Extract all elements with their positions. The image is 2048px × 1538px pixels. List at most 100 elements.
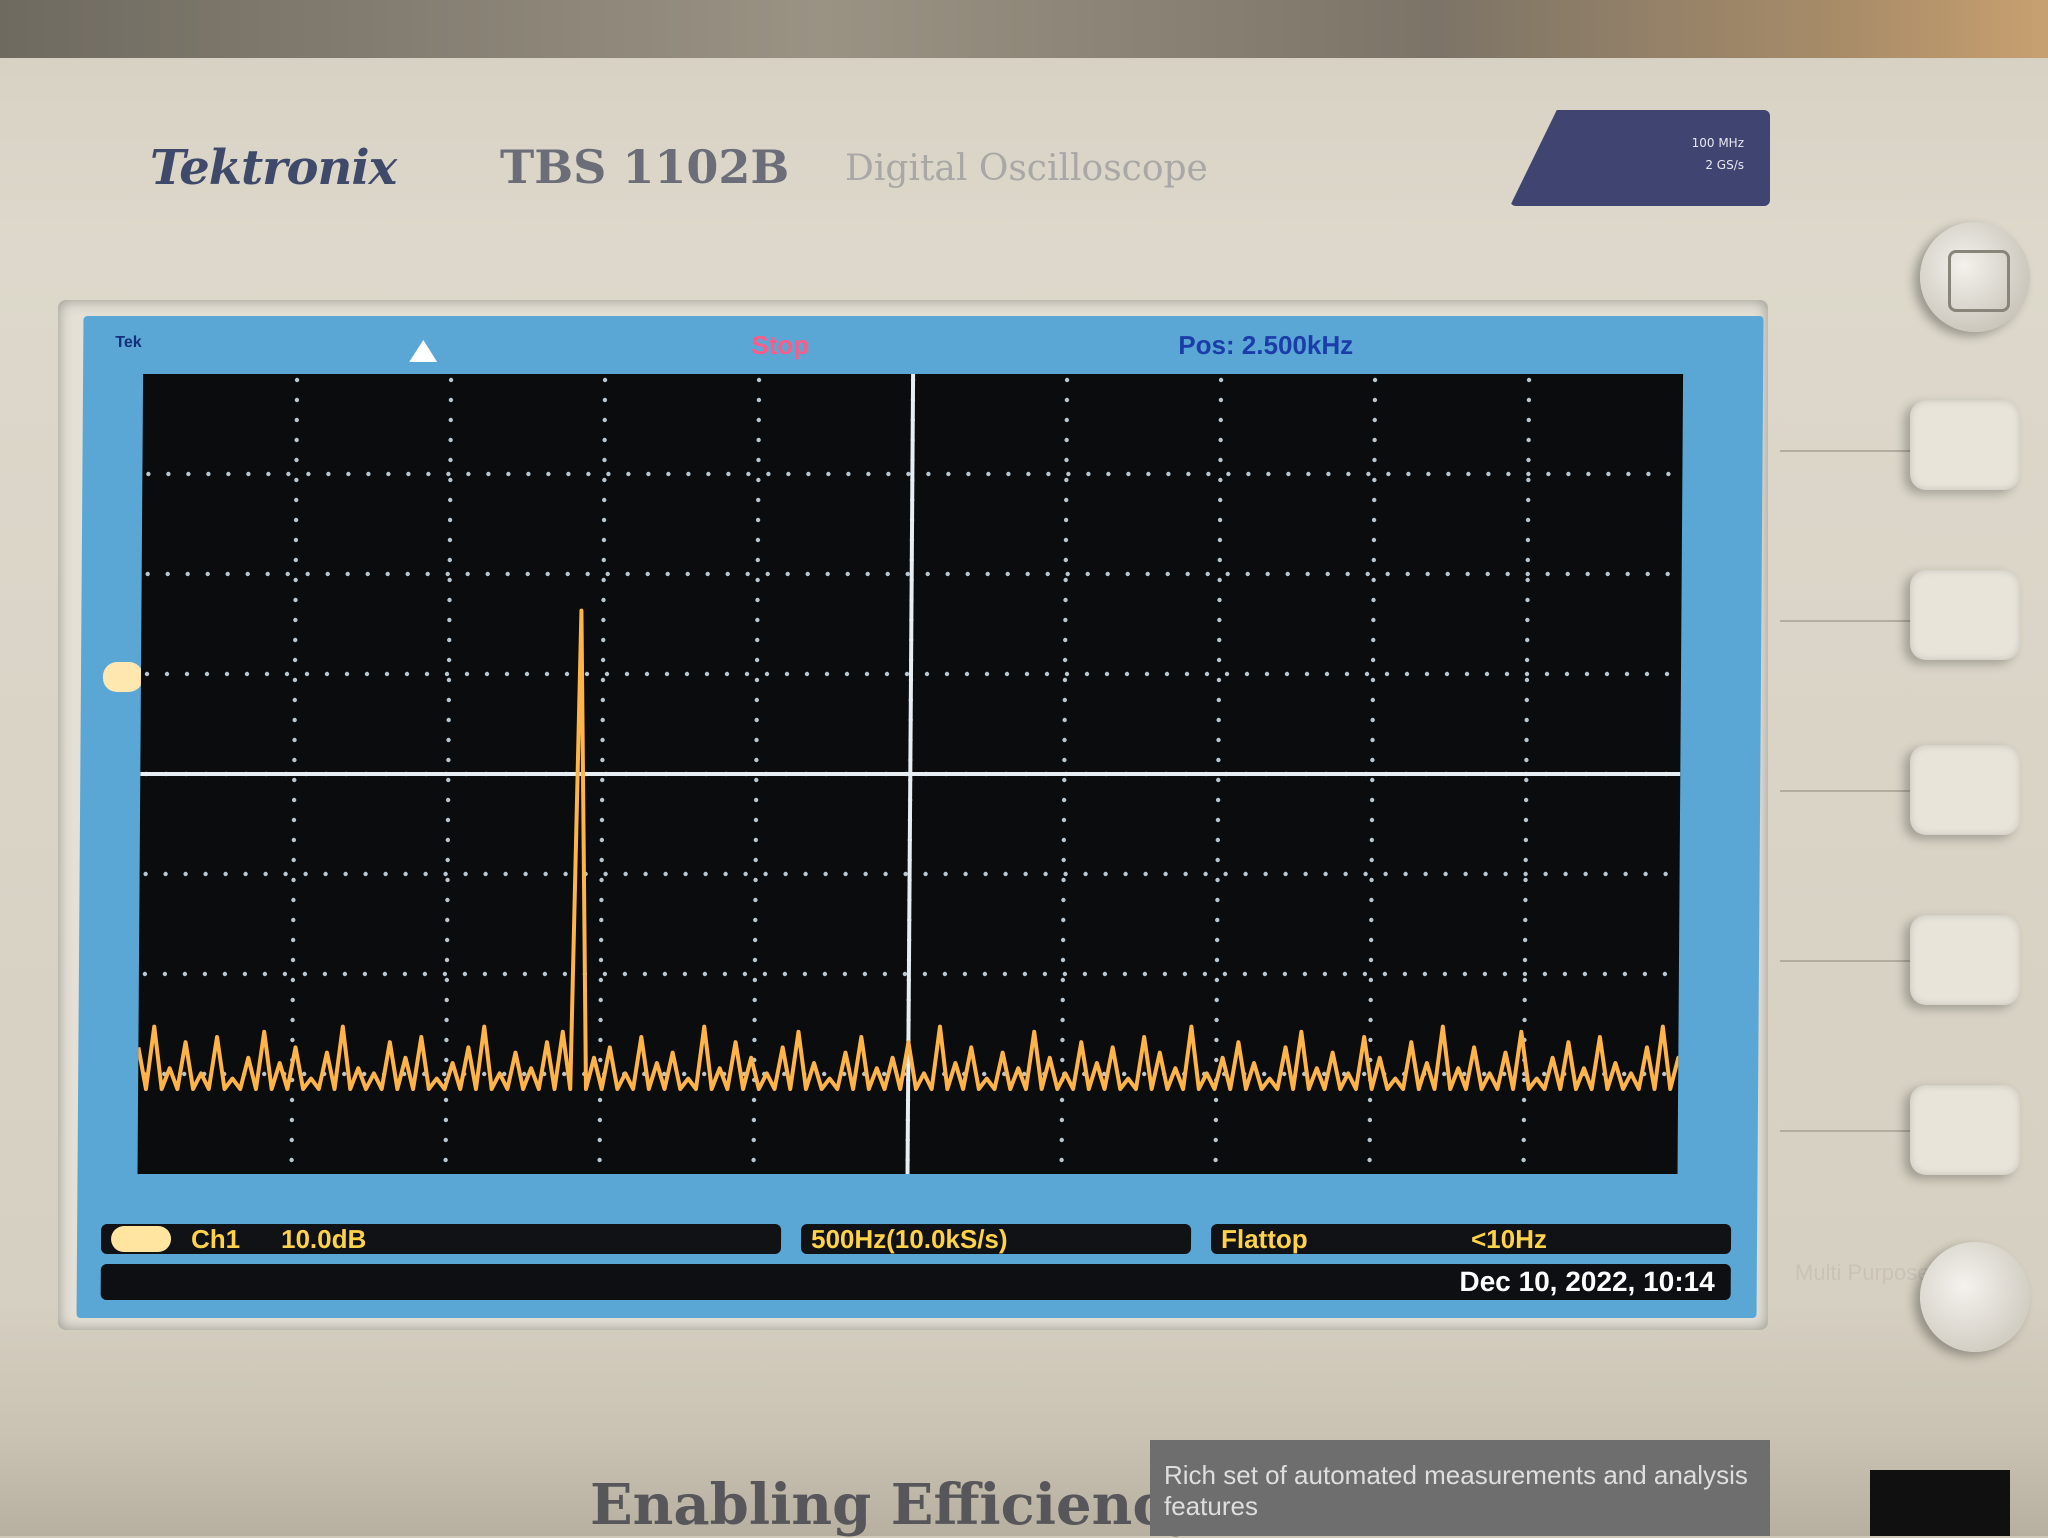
grid-dot: [1061, 857, 1066, 863]
grid-dot: [1218, 417, 1223, 423]
save-icon: [1948, 250, 2010, 312]
grid-dot: [943, 871, 948, 877]
grid-dot: [1062, 697, 1068, 703]
grid-dot: [1525, 537, 1531, 543]
grid-dot: [446, 471, 451, 477]
menu-option-button-4[interactable]: [1910, 915, 2020, 1005]
grid-dot: [822, 1071, 827, 1077]
grid-dot: [1059, 1157, 1064, 1163]
grid-dot: [1423, 871, 1428, 877]
channel-scale: 10.0dB: [280, 1224, 367, 1254]
grid-dot: [1526, 471, 1531, 477]
grid-dot: [1371, 617, 1376, 623]
grid-dot: [342, 971, 348, 977]
grid-dot: [1106, 471, 1111, 477]
grid-dot: [1523, 897, 1528, 903]
grid-dot: [1222, 971, 1228, 977]
grid-dot: [1483, 871, 1488, 877]
grid-dot: [144, 671, 150, 677]
grid-dot: [289, 1157, 294, 1163]
grid-dot: [663, 871, 668, 877]
grid-dot: [946, 471, 951, 477]
grid-dot: [1084, 671, 1090, 677]
grid-dot: [463, 871, 468, 877]
grid-dot: [1368, 1037, 1373, 1043]
grid-dot: [448, 437, 453, 443]
grid-dot: [464, 671, 470, 677]
grid-dot: [1063, 871, 1068, 877]
grid-dot: [1366, 471, 1371, 477]
grid-dot: [755, 597, 760, 603]
grid-dot: [466, 471, 471, 477]
grid-dot: [304, 671, 310, 677]
grid-dot: [1566, 471, 1571, 477]
grid-dot: [601, 577, 606, 583]
grid-dot: [445, 897, 450, 903]
grid-dot: [598, 957, 604, 963]
grid-dot: [1368, 977, 1374, 983]
grid-dot: [423, 871, 428, 877]
multipurpose-knob[interactable]: [1920, 1242, 2030, 1352]
grid-dot: [1385, 571, 1390, 577]
grid-dot: [1482, 1071, 1487, 1077]
grid-dot: [503, 871, 508, 877]
grid-dot: [1486, 471, 1491, 477]
grid-dot: [1002, 971, 1008, 977]
grid-dot: [1214, 1017, 1219, 1023]
grid-dot: [1442, 971, 1448, 977]
channel-1-badge: [110, 1226, 172, 1252]
grid-dot: [751, 1117, 757, 1123]
grid-dot: [1444, 671, 1450, 677]
grid-dot: [601, 617, 606, 623]
grid-dot: [448, 457, 453, 463]
grid-dot: [447, 637, 452, 643]
grid-dot: [1445, 571, 1450, 577]
grid-dot: [1524, 657, 1530, 663]
channel-level-marker: [102, 662, 144, 692]
grid-dot: [1304, 671, 1310, 677]
grid-dot: [598, 937, 604, 943]
grid-dot: [665, 571, 670, 577]
grid-dot: [1262, 971, 1268, 977]
grid-dot: [602, 397, 608, 403]
grid-dot: [526, 471, 531, 477]
grid-dot: [754, 717, 759, 723]
grid-dot: [802, 971, 808, 977]
grid-dot: [756, 417, 761, 423]
grid-dot: [1442, 1071, 1447, 1077]
menu-option-button-2[interactable]: [1910, 570, 2020, 660]
grid-dot: [1218, 377, 1224, 383]
grid-dot: [905, 571, 910, 577]
menu-option-button-1[interactable]: [1910, 400, 2020, 490]
grid-dot: [1324, 671, 1330, 677]
lcd-screen: Tek Stop Pos: 2.500kHz Ch1 10.0dB 500Hz(…: [76, 316, 1764, 1318]
grid-dot: [1523, 797, 1529, 803]
grid-dot: [600, 757, 605, 763]
grid-dot: [882, 1071, 887, 1077]
grid-dot: [600, 717, 605, 723]
menu-option-button-3[interactable]: [1910, 745, 2020, 835]
grid-dot: [290, 1017, 295, 1023]
grid-dot: [644, 671, 650, 677]
oscilloscope-body: Tektronix TBS 1102B Digital Oscilloscope…: [0, 0, 2048, 1538]
grid-dot: [1662, 1071, 1667, 1077]
grid-dot: [289, 1137, 294, 1143]
grid-dot: [202, 971, 208, 977]
grid-dot: [1525, 617, 1530, 623]
grid-dot: [1642, 971, 1648, 977]
grid-dot: [604, 671, 610, 677]
grid-dot: [446, 697, 452, 703]
grid-dot: [306, 471, 311, 477]
menu-option-button-5[interactable]: [1910, 1085, 2020, 1175]
grid-dot: [404, 671, 410, 677]
grid-dot: [1525, 517, 1531, 523]
grid-dot: [1370, 777, 1375, 783]
grid-dot: [1325, 571, 1330, 577]
grid-dot: [1282, 971, 1288, 977]
grid-dot: [322, 971, 328, 977]
grid-dot: [1066, 471, 1071, 477]
grid-dot: [882, 971, 888, 977]
brand-logo: Tektronix: [150, 140, 397, 196]
grid-dot: [504, 671, 510, 677]
grid-dot: [803, 871, 808, 877]
